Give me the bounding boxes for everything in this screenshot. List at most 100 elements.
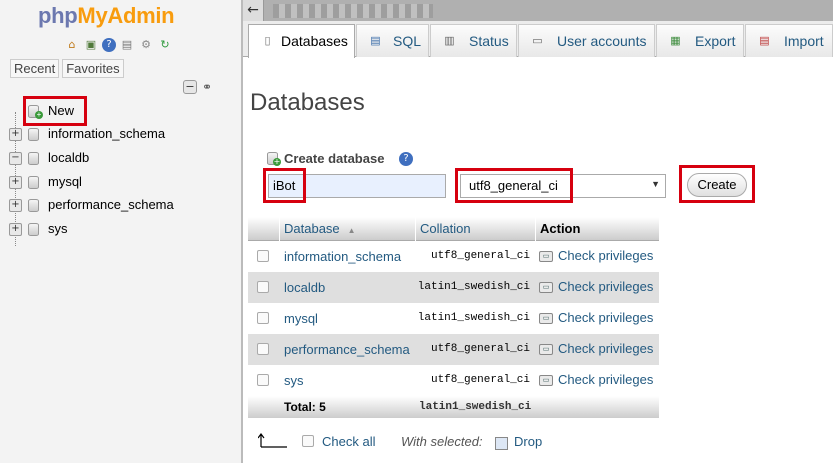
create-database-label: Create database (284, 151, 385, 166)
docs-icon[interactable]: ▤ (119, 37, 135, 52)
phpmyadmin-logo[interactable]: phpMyAdmin (38, 3, 175, 29)
tab-label: Status (469, 33, 509, 49)
logo-myadmin-text: MyAdmin (77, 3, 175, 28)
expand-icon[interactable]: + (9, 199, 22, 212)
tab-export[interactable]: ▦ Export (656, 24, 744, 57)
drop-button[interactable]: Drop (514, 434, 542, 449)
breadcrumb-bar: ← (243, 0, 833, 21)
total-collation: latin1_swedish_ci (419, 401, 532, 413)
check-privileges-icon[interactable]: ▭ (539, 282, 553, 293)
tree-item-localdb[interactable]: − localdb (0, 147, 240, 169)
back-arrow-icon[interactable]: ← (243, 0, 264, 21)
check-privileges-link[interactable]: Check privileges (558, 341, 653, 356)
table-row: sys utf8_general_ci ▭ Check privileges (248, 365, 659, 396)
check-privileges-link[interactable]: Check privileges (558, 372, 653, 387)
tree-item-information-schema[interactable]: + information_schema (0, 123, 240, 145)
database-icon (28, 128, 42, 142)
expand-icon[interactable]: + (9, 128, 22, 141)
database-link[interactable]: performance_schema (284, 342, 410, 357)
quick-icons: ⌂ ▣ ? ▤ ⚙ ↻ (64, 37, 173, 52)
tree-item-label[interactable]: information_schema (48, 126, 165, 141)
table-row: localdb latin1_swedish_ci ▭ Check privil… (248, 272, 659, 303)
navigation-panel: phpMyAdmin ⌂ ▣ ? ▤ ⚙ ↻ Recent Favorites … (0, 0, 241, 463)
tree-item-label[interactable]: mysql (48, 174, 82, 189)
tab-label: Import (784, 33, 824, 49)
tab-label: SQL (393, 33, 422, 49)
favorites-button[interactable]: Favorites (62, 59, 124, 78)
tree-item-label[interactable]: New (48, 103, 74, 118)
exit-icon[interactable]: ▣ (83, 37, 99, 52)
tab-user-accounts[interactable]: ▭ User accounts (518, 24, 655, 57)
page-title: Databases (250, 89, 365, 116)
chevron-down-icon: ▼ (651, 179, 660, 189)
tree-item-label[interactable]: sys (48, 221, 68, 236)
database-link[interactable]: information_schema (284, 249, 401, 264)
reload-icon[interactable]: ↻ (157, 37, 173, 52)
expand-icon[interactable]: + (9, 176, 22, 189)
home-icon[interactable]: ⌂ (64, 37, 80, 52)
collation-selected-value: utf8_general_ci (469, 178, 558, 193)
column-header-database[interactable]: Database ▲ (279, 217, 360, 241)
collation-select[interactable]: utf8_general_ci ▼ (460, 174, 666, 198)
table-row: performance_schema utf8_general_ci ▭ Che… (248, 334, 659, 365)
check-privileges-link[interactable]: Check privileges (558, 248, 653, 263)
create-button[interactable]: Create (687, 173, 747, 197)
drop-icon[interactable] (495, 437, 508, 450)
column-header-collation[interactable]: Collation (415, 217, 475, 241)
link-with-main-icon[interactable]: ⚭ (202, 80, 212, 94)
tree-item-label[interactable]: localdb (48, 150, 89, 165)
collation-value: utf8_general_ci (430, 343, 530, 355)
with-selected-label: With selected: (401, 434, 483, 449)
database-link[interactable]: sys (284, 373, 304, 388)
help-icon[interactable]: ? (399, 152, 413, 166)
nav-resize-handle[interactable] (241, 0, 243, 463)
tab-label: User accounts (557, 33, 647, 49)
row-checkbox[interactable] (257, 281, 269, 293)
tree-item-performance-schema[interactable]: + performance_schema (0, 194, 240, 216)
users-icon: ▭ (532, 35, 543, 47)
import-icon: ▤ (759, 35, 770, 47)
table-row: information_schema utf8_general_ci ▭ Che… (248, 241, 659, 272)
check-privileges-icon[interactable]: ▭ (539, 344, 553, 355)
database-icon: ▯ (264, 35, 271, 47)
tab-import[interactable]: ▤ Import (745, 24, 833, 57)
check-privileges-link[interactable]: Check privileges (558, 279, 653, 294)
database-name-input[interactable]: iBot (268, 174, 446, 198)
tab-label: Databases (281, 33, 348, 49)
tab-status[interactable]: ▥ Status (430, 24, 517, 57)
expand-icon[interactable]: + (9, 223, 22, 236)
tree-item-new[interactable]: + New (0, 100, 240, 122)
check-all-label[interactable]: Check all (322, 434, 375, 449)
check-privileges-link[interactable]: Check privileges (558, 310, 653, 325)
collation-value: utf8_general_ci (430, 250, 530, 262)
check-privileges-icon[interactable]: ▭ (539, 313, 553, 324)
database-icon (28, 152, 42, 166)
tree-item-sys[interactable]: + sys (0, 218, 240, 240)
check-privileges-icon[interactable]: ▭ (539, 251, 553, 262)
tree-item-label[interactable]: performance_schema (48, 197, 174, 212)
database-link[interactable]: mysql (284, 311, 318, 326)
collation-value: utf8_general_ci (430, 374, 530, 386)
database-link[interactable]: localdb (284, 280, 325, 295)
sort-ascending-icon: ▲ (347, 226, 356, 235)
export-icon: ▦ (670, 35, 681, 47)
arrow-up-icon (258, 433, 287, 448)
server-breadcrumb[interactable] (273, 4, 433, 18)
check-all-checkbox[interactable] (302, 435, 314, 447)
row-checkbox[interactable] (257, 312, 269, 324)
database-icon (28, 176, 42, 190)
row-checkbox[interactable] (257, 250, 269, 262)
collapse-all-button[interactable]: − (183, 80, 197, 94)
settings-icon[interactable]: ⚙ (138, 37, 154, 52)
collation-value: latin1_swedish_ci (417, 312, 530, 324)
tab-databases[interactable]: ▯ Databases (248, 24, 355, 58)
collapse-icon[interactable]: − (9, 152, 22, 165)
row-checkbox[interactable] (257, 374, 269, 386)
help-icon[interactable]: ? (102, 38, 116, 52)
logo-php-text: php (38, 3, 78, 28)
tree-item-mysql[interactable]: + mysql (0, 171, 240, 193)
check-privileges-icon[interactable]: ▭ (539, 375, 553, 386)
tab-sql[interactable]: ▤ SQL (356, 24, 429, 57)
row-checkbox[interactable] (257, 343, 269, 355)
recent-button[interactable]: Recent (10, 59, 60, 78)
